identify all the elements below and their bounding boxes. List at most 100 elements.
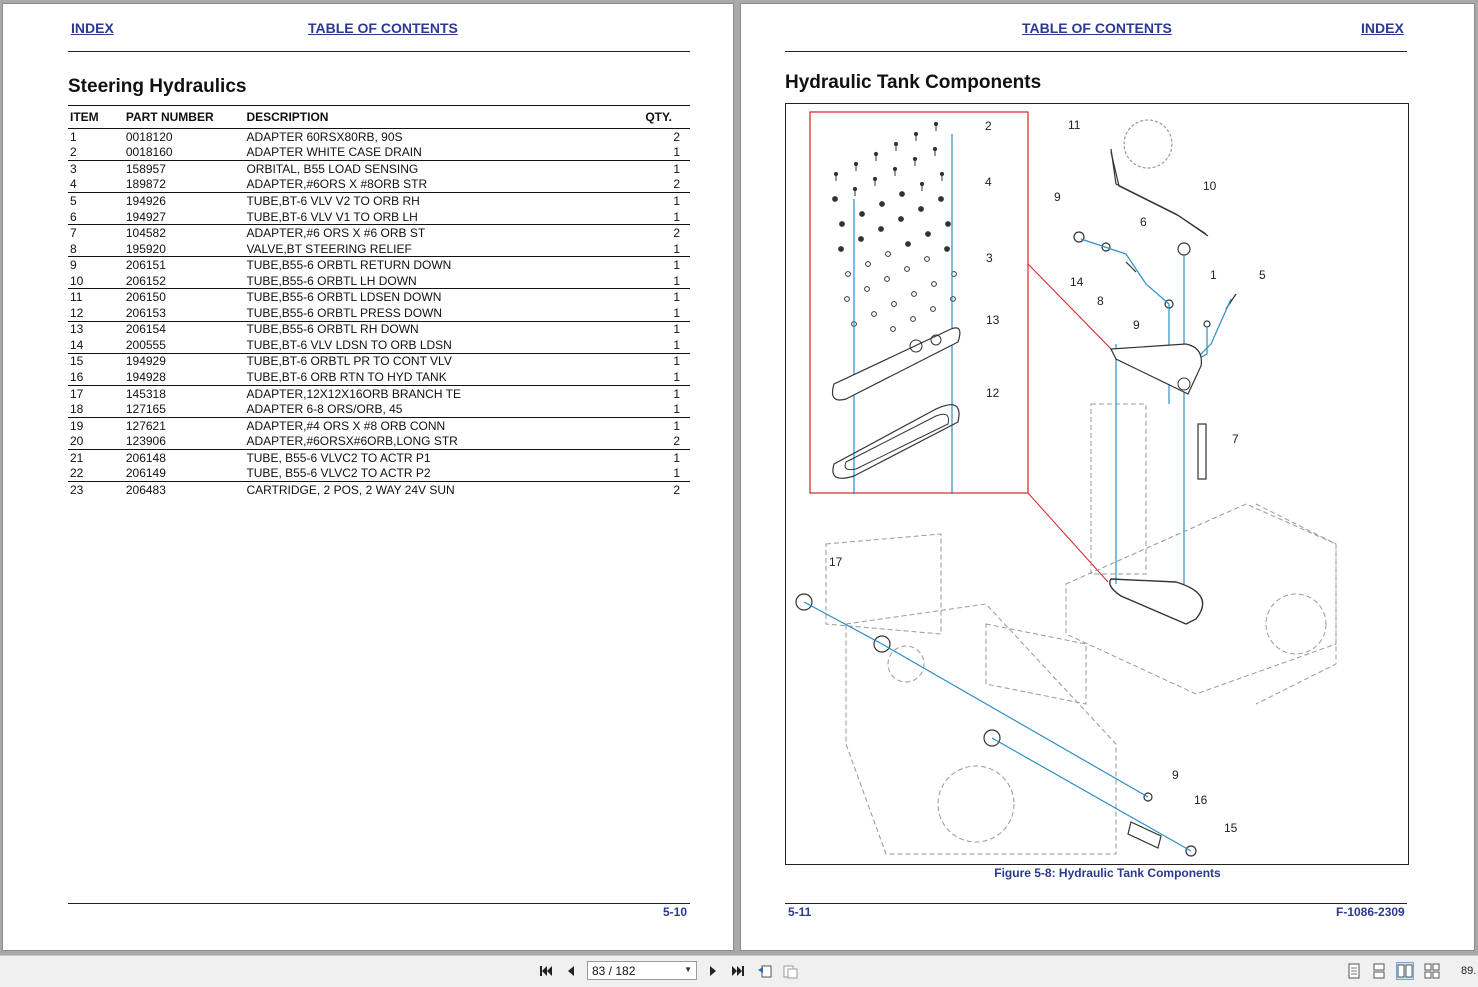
part-number-cell: 206483 <box>123 481 245 498</box>
qty-cell: 1 <box>643 320 690 338</box>
part-number-cell: 206153 <box>125 305 166 320</box>
header-rule <box>68 51 690 52</box>
item-cell: 19 <box>68 416 124 434</box>
item-cell: 18 <box>70 402 84 417</box>
description-cell: ORBITAL, B55 LOAD SENSING <box>244 160 644 177</box>
callout: 9 <box>1172 768 1179 782</box>
table-row: 12 206153 TUBE,B55-6 ORBTL PRESS DOWN 1 <box>68 305 690 321</box>
gasket-inner <box>844 413 949 471</box>
toc-link[interactable]: TABLE OF CONTENTS <box>1022 20 1172 36</box>
document-number: F-1086-2309 <box>1336 905 1405 919</box>
part-number-cell: 206149 <box>125 466 166 481</box>
table-row: 14 200555 TUBE,BT-6 VLV LDSN TO ORB LDSN 1 <box>68 337 690 353</box>
section-title: Hydraulic Tank Components <box>785 72 1042 93</box>
part-number-cell: 158957 <box>123 160 245 177</box>
part-number-cell: 189872 <box>125 177 166 192</box>
page-number-field[interactable]: 83 / 182 ▼ <box>587 961 697 980</box>
bolt <box>858 236 864 242</box>
description-cell: ADAPTER,#4 ORS X #8 ORB CONN <box>244 416 644 434</box>
toc-link[interactable]: TABLE OF CONTENTS <box>308 20 458 36</box>
qty-cell: 1 <box>673 145 680 160</box>
item-cell: 11 <box>68 288 124 306</box>
next-view-icon[interactable] <box>781 962 799 980</box>
tube-10 <box>1110 148 1207 235</box>
callout: 5 <box>1259 268 1266 282</box>
table-row: 11 206150 TUBE,B55-6 ORBTL LDSEN DOWN 1 <box>68 288 690 306</box>
prev-page-icon[interactable] <box>562 962 580 980</box>
index-link[interactable]: INDEX <box>71 20 114 36</box>
page-number: 5-11 <box>788 905 812 919</box>
qty-cell: 1 <box>673 209 680 224</box>
item-cell: 1 <box>70 129 77 144</box>
bolt <box>950 296 956 302</box>
chevron-down-icon[interactable]: ▼ <box>684 965 692 974</box>
part-number-cell: 127621 <box>123 416 245 434</box>
item-cell: 13 <box>68 320 124 338</box>
description-cell: VALVE,BT STEERING RELIEF <box>246 241 412 256</box>
qty-cell: 1 <box>643 288 690 306</box>
single-page-icon[interactable] <box>1345 962 1363 980</box>
description-cell: CARTRIDGE, 2 POS, 2 WAY 24V SUN <box>244 481 644 498</box>
table-row: 2 0018160 ADAPTER WHITE CASE DRAIN 1 <box>68 145 690 161</box>
figure-frame: 2 4 3 13 12 11 10 9 6 14 8 9 1 5 7 17 9 … <box>785 103 1409 865</box>
previous-view-icon[interactable] <box>756 962 774 980</box>
bolt <box>891 301 897 307</box>
item-cell: 16 <box>70 369 84 384</box>
bolt <box>838 246 844 252</box>
description-cell: TUBE,BT-6 ORB RTN TO HYD TANK <box>246 369 447 384</box>
callout: 17 <box>829 555 843 569</box>
callout: 11 <box>1068 118 1081 132</box>
col-qty: QTY. <box>643 105 690 129</box>
qty-cell: 2 <box>673 177 680 192</box>
bolt <box>910 316 916 322</box>
item-cell: 4 <box>70 177 77 192</box>
table-row: 16 194928 TUBE,BT-6 ORB RTN TO HYD TANK 1 <box>68 369 690 385</box>
qty-cell: 2 <box>643 224 690 241</box>
part-number-cell: 0018120 <box>125 129 173 144</box>
parts-table-body: 1 0018120 ADAPTER 60RSX80RB, 90S 2 2 0018160 A… <box>68 129 690 498</box>
item-cell: 20 <box>70 434 84 449</box>
description-cell: ADAPTER WHITE CASE DRAIN <box>246 145 422 160</box>
callout: 16 <box>1194 793 1208 807</box>
lower-flow-lines <box>803 601 1192 852</box>
bolt <box>832 196 838 202</box>
part-number-cell: 200555 <box>125 337 166 352</box>
item-cell: 23 <box>68 481 124 498</box>
index-link[interactable]: INDEX <box>1361 20 1404 36</box>
callout: 1 <box>1210 268 1217 282</box>
page-number-value: 83 / 182 <box>592 964 636 978</box>
first-page-icon[interactable] <box>537 962 555 980</box>
table-row: 17 145318 ADAPTER,12X12X16ORB BRANCH TE 1 <box>68 384 690 402</box>
description-cell: ADAPTER,12X12X16ORB BRANCH TE <box>244 384 644 402</box>
table-row: 5 194926 TUBE,BT-6 VLV V2 TO ORB RH 1 <box>68 192 690 209</box>
item-cell: 5 <box>68 192 124 209</box>
bolt <box>845 271 851 277</box>
two-page-icon[interactable] <box>1396 962 1414 980</box>
bolt <box>871 311 877 317</box>
next-page-icon[interactable] <box>704 962 722 980</box>
two-page-continuous-icon[interactable] <box>1423 962 1441 980</box>
col-item: ITEM <box>68 105 124 129</box>
continuous-icon[interactable] <box>1370 962 1388 980</box>
part-number-cell: 194929 <box>123 352 245 370</box>
right-page: TABLE OF CONTENTS INDEX Hydraulic Tank C… <box>741 4 1474 950</box>
detail-inset-box <box>809 111 1029 494</box>
bolt <box>879 201 885 207</box>
bolt <box>938 196 944 202</box>
table-row: 20 123906 ADAPTER,#6ORSX#6ORB,LONG STR 2 <box>68 433 690 449</box>
table-row: 8 195920 VALVE,BT STEERING RELIEF 1 <box>68 241 690 257</box>
bolt-pattern <box>832 121 957 332</box>
bolt <box>911 291 917 297</box>
qty-cell: 1 <box>643 384 690 402</box>
last-page-icon[interactable] <box>729 962 747 980</box>
description-cell: TUBE,BT-6 VLV V2 TO ORB RH <box>244 192 644 209</box>
zoom-level[interactable]: 89. <box>1461 965 1476 977</box>
parts-table-header: ITEM PART NUMBER DESCRIPTION QTY. <box>68 105 690 129</box>
table-row: 23 206483 CARTRIDGE, 2 POS, 2 WAY 24V SUN 2 <box>68 481 690 498</box>
qty-cell: 1 <box>673 369 680 384</box>
tank-base-gasket <box>1109 578 1204 625</box>
table-row: 19 127621 ADAPTER,#4 ORS X #8 ORB CONN 1 <box>68 416 690 434</box>
description-cell: TUBE,B55-6 ORBTL RETURN DOWN <box>244 256 644 273</box>
bolt <box>878 226 884 232</box>
item-cell: 22 <box>70 466 84 481</box>
